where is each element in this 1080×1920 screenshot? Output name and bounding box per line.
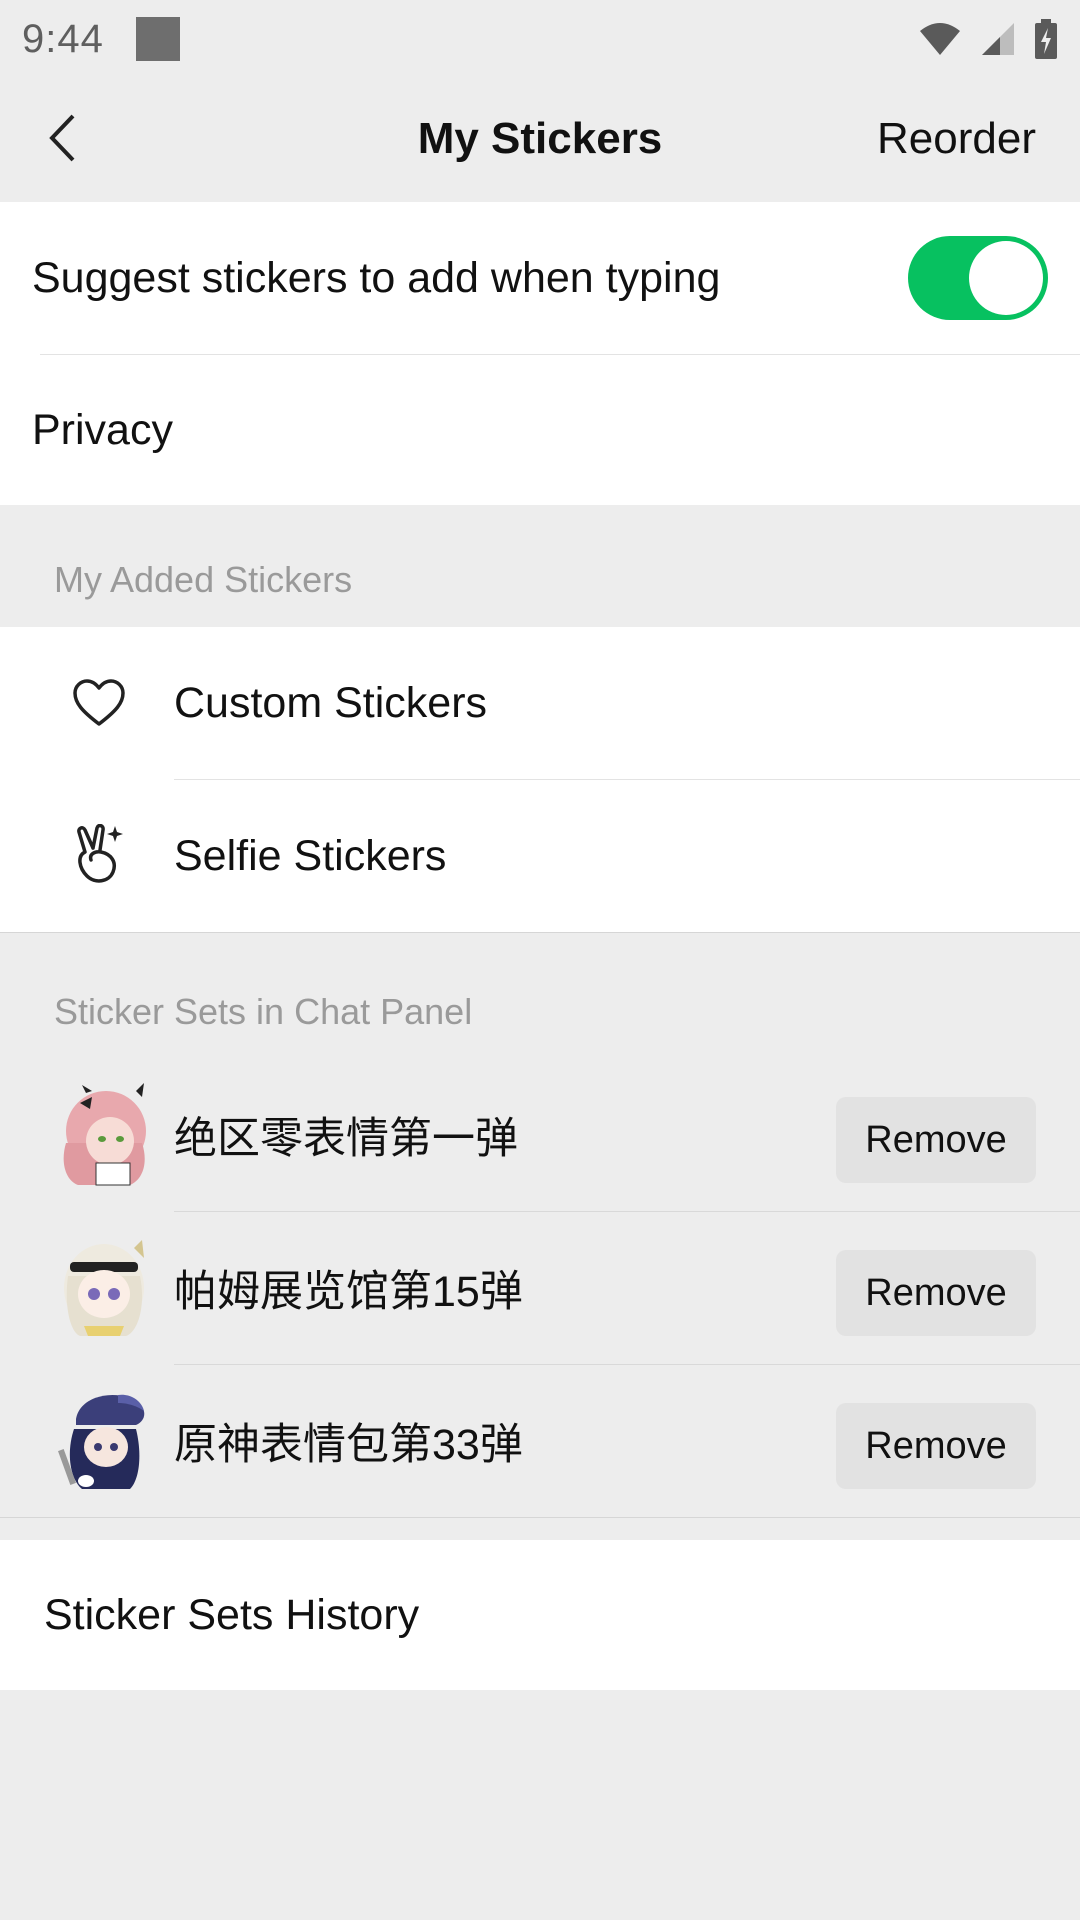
sticker-thumbnail [58, 1394, 145, 1489]
sticker-set-name: 原神表情包第33弹 [174, 1421, 523, 1469]
remove-button[interactable]: Remove [836, 1097, 1036, 1183]
privacy-row[interactable]: Privacy [0, 355, 1080, 505]
sticker-set-row[interactable]: 原神表情包第33弹 Remove [0, 1365, 1080, 1517]
divider [0, 1517, 1080, 1518]
section-header-panel: Sticker Sets in Chat Panel [54, 991, 473, 1032]
wifi-icon [920, 23, 960, 55]
reorder-button[interactable]: Reorder [877, 114, 1036, 164]
notification-icon [135, 17, 180, 61]
status-bar: 9:44 [0, 0, 1080, 78]
nav-bar: My Stickers Reorder [0, 78, 1080, 202]
signal-icon [982, 23, 1014, 55]
selfie-stickers-row[interactable]: Selfie Stickers [0, 780, 1080, 932]
remove-button[interactable]: Remove [836, 1403, 1036, 1489]
sticker-set-row[interactable]: 绝区零表情第一弹 Remove [0, 1059, 1080, 1211]
toggle-knob [969, 241, 1043, 315]
section-header-added: My Added Stickers [54, 559, 353, 600]
sticker-set-row[interactable]: 帕姆展览馆第15弹 Remove [0, 1212, 1080, 1364]
sticker-sets-list: 绝区零表情第一弹 Remove 帕姆展览馆第15弹 Remove 原神表情包第3… [0, 1059, 1080, 1517]
sticker-set-name: 帕姆展览馆第15弹 [174, 1268, 523, 1316]
added-stickers-group: Custom Stickers Selfie Stickers [0, 627, 1080, 932]
sticker-sets-history-label: Sticker Sets History [44, 1590, 420, 1639]
status-icons [918, 19, 1058, 59]
sticker-thumbnail [63, 1083, 146, 1186]
settings-group: Suggest stickers to add when typing Priv… [0, 202, 1080, 505]
victory-hand-icon [70, 824, 128, 885]
heart-icon [70, 674, 128, 732]
sticker-thumbnail [64, 1240, 144, 1336]
sticker-sets-history-row[interactable]: Sticker Sets History [0, 1540, 1080, 1690]
status-time: 9:44 [22, 16, 104, 61]
suggest-stickers-row[interactable]: Suggest stickers to add when typing [0, 202, 1080, 354]
battery-icon [1035, 19, 1057, 59]
privacy-label: Privacy [32, 405, 173, 454]
suggest-stickers-label: Suggest stickers to add when typing [32, 253, 721, 302]
custom-stickers-label: Custom Stickers [174, 678, 488, 727]
selfie-stickers-label: Selfie Stickers [174, 831, 447, 880]
suggest-stickers-toggle[interactable] [908, 236, 1048, 320]
remove-button[interactable]: Remove [836, 1250, 1036, 1336]
custom-stickers-row[interactable]: Custom Stickers [0, 627, 1080, 779]
sticker-set-name: 绝区零表情第一弹 [174, 1115, 518, 1163]
